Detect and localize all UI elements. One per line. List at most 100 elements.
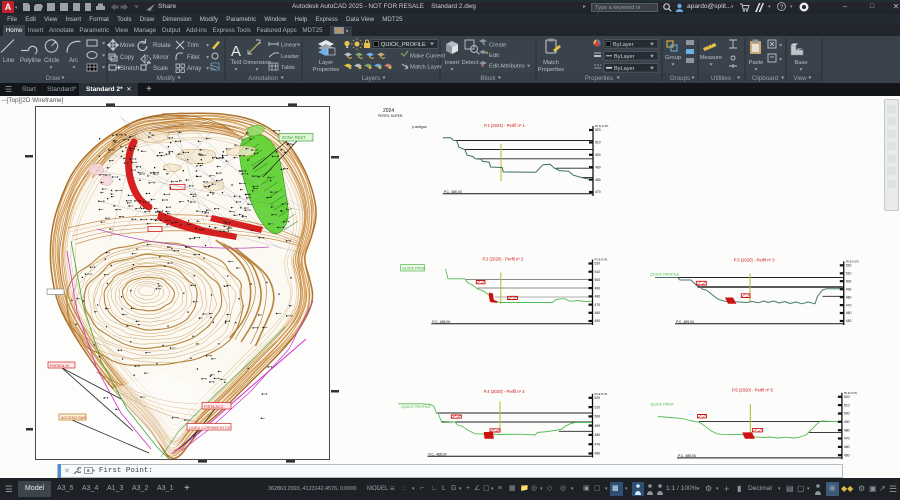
svg-text:Detect: Detect [462,60,479,66]
svg-text:500: 500 [844,412,850,416]
svg-text:LINEA CORRIMIENTOS: LINEA CORRIMIENTOS [189,426,231,430]
svg-text:Circle: Circle [44,58,60,64]
svg-text:ByLayer: ByLayer [613,42,634,48]
svg-text:520: 520 [595,396,601,400]
svg-text:Scale: Scale [153,66,169,72]
svg-text:470: 470 [844,437,850,441]
svg-text:QUICK PROF.: QUICK PROF. [650,403,674,407]
svg-text:Measure: Measure [700,55,723,61]
svg-text:470: 470 [595,303,601,307]
svg-text:460: 460 [844,445,850,449]
svg-text:Insert: Insert [445,60,460,66]
svg-text:490: 490 [595,286,601,290]
svg-text:PISTA N-IV: PISTA N-IV [50,364,70,368]
svg-text:Utilities: Utilities [711,75,731,82]
svg-text:QUICK PROFILE: QUICK PROFILE [650,273,680,277]
svg-text:450: 450 [846,319,852,323]
svg-text:PERFIL SUPER.: PERFIL SUPER. [378,114,403,118]
svg-text:Annotation: Annotation [248,75,278,82]
svg-text:Match Layer: Match Layer [410,65,442,71]
svg-text:P.5 (2020) - Perfil nº 5: P.5 (2020) - Perfil nº 5 [732,388,773,393]
svg-text:510: 510 [595,141,601,145]
svg-text:QUICK_PROFILE: QUICK_PROFILE [381,42,426,48]
svg-text:PISTA ACC.: PISTA ACC. [204,405,224,409]
svg-text:Create: Create [489,43,506,49]
svg-text:QUICK PROF.: QUICK PROF. [402,267,426,271]
svg-text:500: 500 [595,415,601,419]
svg-text:520: 520 [595,128,601,132]
svg-text:480: 480 [846,295,852,299]
svg-text:p.antiguo: p.antiguo [412,125,427,129]
svg-text:Groups: Groups [670,75,690,82]
svg-text:Layer: Layer [319,60,334,66]
svg-text:460: 460 [846,311,852,315]
svg-text:Edit Attributes: Edit Attributes [489,64,525,70]
svg-text:Move: Move [120,43,135,49]
svg-text:500: 500 [846,279,852,283]
svg-text:500: 500 [595,153,601,157]
svg-text:Arc: Arc [69,58,78,64]
svg-text:450: 450 [595,319,601,323]
svg-text:P.4 (2020) - Perfil nº 4: P.4 (2020) - Perfil nº 4 [484,389,525,394]
svg-text:Dimension: Dimension [243,60,270,66]
svg-text:450: 450 [844,453,850,457]
svg-text:Linear: Linear [281,43,297,49]
svg-text:P.3 (2020) - Perfil nº 3: P.3 (2020) - Perfil nº 3 [734,257,775,262]
svg-text:510: 510 [595,405,601,409]
svg-text:P.C. 485.00: P.C. 485.00 [678,454,696,458]
svg-text:Polyline: Polyline [20,58,42,64]
svg-text:A: A [231,43,241,60]
svg-text:490: 490 [844,420,850,424]
svg-text:Group: Group [665,55,681,61]
svg-text:Text: Text [230,60,241,66]
svg-text:520: 520 [595,262,601,266]
svg-text:480: 480 [595,433,601,437]
svg-text:ACCESO SUR: ACCESO SUR [61,416,86,420]
svg-text:Rotate: Rotate [153,43,171,49]
svg-text:520: 520 [846,264,852,268]
svg-text:Make Current: Make Current [410,54,446,60]
svg-text:Clipboard: Clipboard [752,75,779,82]
svg-text:Properties: Properties [585,75,613,82]
svg-text:490: 490 [846,287,852,291]
svg-text:Fillet: Fillet [187,55,200,61]
svg-text:460: 460 [595,311,601,315]
svg-text:Properties: Properties [313,67,340,73]
svg-text:480: 480 [844,428,850,432]
svg-text:P.C. 485.00: P.C. 485.00 [432,320,450,324]
svg-text:P.1 (2024) - Perfil nº 1: P.1 (2024) - Perfil nº 1 [484,123,525,128]
svg-text:500: 500 [595,278,601,282]
svg-text:460: 460 [595,452,601,456]
svg-text:470: 470 [595,190,601,194]
svg-text:510: 510 [844,403,850,407]
svg-text:480: 480 [595,178,601,182]
svg-text:520: 520 [844,395,850,399]
svg-text:View: View [793,75,807,82]
svg-text:Paste: Paste [749,60,764,66]
svg-text:P.C. 485.00: P.C. 485.00 [444,190,462,194]
svg-text:490: 490 [595,165,601,169]
svg-text:P.2 (2020) - Perfil nº 2: P.2 (2020) - Perfil nº 2 [483,257,524,262]
svg-text:P.C. 485.00: P.C. 485.00 [429,452,447,456]
svg-text:Array: Array [187,66,201,72]
svg-text:Modify: Modify [157,75,176,82]
svg-text:Stretch: Stretch [120,66,139,72]
svg-text:ZONA REST.: ZONA REST. [282,135,306,140]
svg-text:490: 490 [595,424,601,428]
svg-text:Block: Block [480,75,496,82]
svg-text:Match: Match [543,60,559,66]
svg-text:Line: Line [3,58,15,64]
svg-text:Edit: Edit [489,53,499,59]
svg-text:Properties: Properties [538,67,565,73]
svg-text:Layers: Layers [362,75,381,82]
svg-text:470: 470 [595,442,601,446]
svg-text:ByLayer: ByLayer [614,66,635,72]
svg-text:480: 480 [595,295,601,299]
svg-text:QUICK PROFILE: QUICK PROFILE [401,405,431,409]
svg-text:510: 510 [595,270,601,274]
svg-text:Base: Base [794,60,807,66]
svg-text:ByLayer: ByLayer [614,54,635,60]
svg-text:Trim: Trim [187,43,199,49]
svg-text:Table: Table [281,65,295,71]
svg-text:470: 470 [846,303,852,307]
